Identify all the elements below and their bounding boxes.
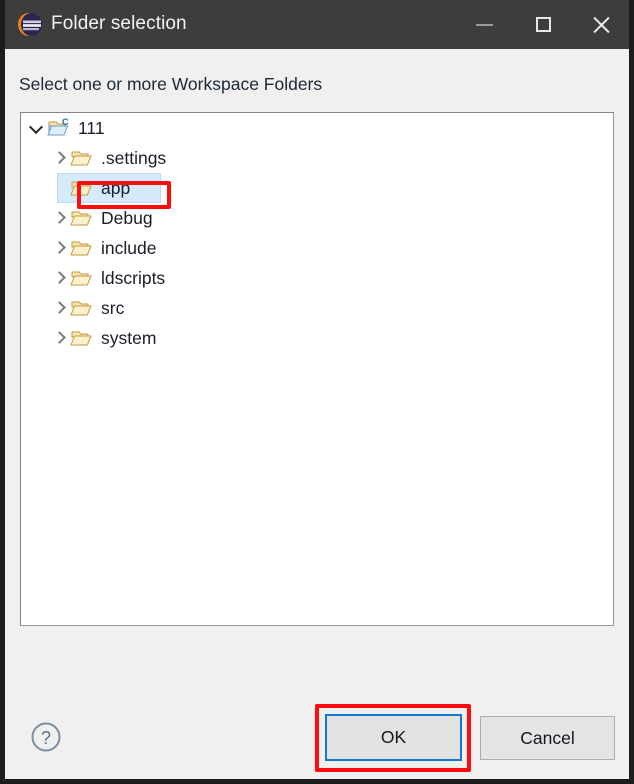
close-button[interactable] [573,0,629,49]
help-circle-icon[interactable]: ? [30,721,62,753]
c-project-folder-icon: C [47,117,71,139]
ok-button-label: OK [327,716,460,759]
close-icon [591,15,611,35]
folder-icon [70,207,94,229]
svg-text:?: ? [41,728,51,748]
minimize-icon [475,23,493,26]
chevron-right-icon[interactable] [50,143,70,173]
chevron-down-icon[interactable] [27,113,47,143]
tree-item-label: Debug [101,207,153,228]
minimize-button[interactable] [456,0,512,49]
tree-item-include[interactable]: include [21,233,613,263]
folder-icon [70,237,94,259]
tree-item-111[interactable]: C 111 [21,113,613,143]
cancel-button[interactable]: Cancel [480,716,615,760]
folder-icon [70,297,94,319]
chevron-right-icon[interactable] [50,233,70,263]
tree-item-label: src [101,297,125,318]
folder-icon [70,267,94,289]
folder-selection-dialog: Folder selection Select one or more Work… [0,0,634,784]
tree-item-settings[interactable]: .settings [21,143,613,173]
tree-item-label: app [101,177,131,198]
maximize-button[interactable] [515,0,571,49]
chevron-right-icon[interactable] [50,323,70,353]
tree-item-ldscripts[interactable]: ldscripts [21,263,613,293]
tree-item-src[interactable]: src [21,293,613,323]
tree-item-label: system [101,327,157,348]
folder-icon [70,147,94,169]
folder-icon [70,177,94,199]
prompt-label: Select one or more Workspace Folders [19,74,323,94]
tree-item-label: ldscripts [101,267,166,288]
tree-item-label: 111 [78,117,105,138]
tree-item-label: .settings [101,147,167,168]
eclipse-icon [17,11,44,38]
maximize-icon [535,17,551,32]
ok-button[interactable]: OK [325,714,462,761]
chevron-right-icon[interactable] [50,263,70,293]
window-title: Folder selection [51,13,187,34]
tree-item-app[interactable]: app [21,173,613,203]
tree-item-system[interactable]: system [21,323,613,353]
title-bar: Folder selection [5,0,629,49]
svg-text:C: C [62,117,69,127]
chevron-right-icon[interactable] [50,203,70,233]
tree-item-debug[interactable]: Debug [21,203,613,233]
folder-tree[interactable]: C 111 .settings app Debug include ldscri… [20,112,614,626]
chevron-right-icon[interactable] [50,293,70,323]
cancel-button-label: Cancel [520,727,575,748]
tree-item-label: include [101,237,157,258]
folder-icon [70,327,94,349]
twisty-placeholder [50,173,70,203]
